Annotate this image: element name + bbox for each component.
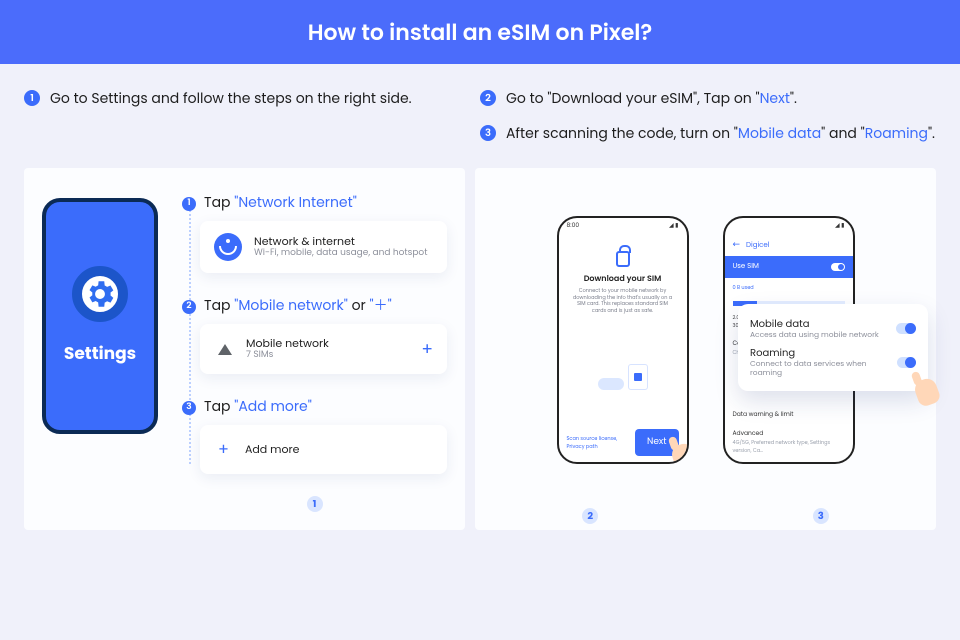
phone-label: Settings bbox=[64, 340, 136, 366]
tap-target: "Add more" bbox=[234, 396, 312, 416]
toggle-on-icon[interactable] bbox=[896, 323, 916, 334]
intro-step-2: 2 Go to "Download your eSIM", Tap on "Ne… bbox=[480, 88, 936, 109]
link-mobile-data: Mobile data bbox=[738, 123, 821, 143]
callout-mobile-data-roaming: Mobile dataAccess data using mobile netw… bbox=[738, 304, 928, 391]
sim-card-icon bbox=[628, 364, 648, 390]
intro-row: 1 Go to Settings and follow the steps on… bbox=[0, 64, 960, 168]
settings-row-network-internet[interactable]: Network & internet Wi-Fi, mobile, data u… bbox=[200, 221, 447, 273]
intro-text: Go to Settings and follow the steps on t… bbox=[50, 88, 412, 109]
wifi-icon bbox=[214, 233, 242, 261]
data-used-unit: B used bbox=[737, 284, 754, 291]
row-title: Mobile network bbox=[246, 337, 329, 351]
use-sim-toggle-row[interactable]: Use SIM bbox=[725, 256, 853, 278]
hero-banner: How to install an eSIM on Pixel? bbox=[0, 0, 960, 64]
status-icons: ◢ ▮ bbox=[669, 222, 679, 231]
step-number: 3 bbox=[480, 125, 496, 141]
gear-icon bbox=[72, 266, 128, 322]
panel-settings-path: Settings 1 Tap "Network Internet" Networ… bbox=[24, 168, 465, 530]
tap-target: "Mobile network" bbox=[234, 295, 348, 315]
row-mobile-data[interactable]: Mobile dataAccess data using mobile netw… bbox=[750, 314, 916, 343]
intro-text: After scanning the code, turn on "Mobile… bbox=[506, 123, 935, 144]
download-subtitle: Connect to your mobile network by downlo… bbox=[571, 288, 675, 314]
hand-pointer-icon bbox=[669, 441, 689, 464]
step-number: 3 bbox=[182, 401, 196, 415]
tap-target: "Network Internet" bbox=[234, 192, 357, 212]
step-connector bbox=[189, 206, 191, 464]
use-sim-label: Use SIM bbox=[733, 262, 759, 272]
phone-settings: Settings bbox=[42, 198, 158, 434]
privacy-link[interactable]: Scan source license, Privacy path bbox=[567, 435, 636, 451]
panel-download-activate: 8:00 ◢ ▮ Download your SIM Connect to you… bbox=[475, 168, 936, 530]
status-time: 8:00 bbox=[567, 222, 580, 231]
signal-icon bbox=[218, 344, 232, 355]
download-title: Download your SIM bbox=[571, 273, 675, 285]
row-title: Network & internet bbox=[254, 235, 427, 249]
settings-row-mobile-network[interactable]: Mobile network 7 SIMs + bbox=[200, 324, 447, 374]
phone-screen-download-sim: 8:00 ◢ ▮ Download your SIM Connect to you… bbox=[557, 216, 689, 464]
settings-row-add-more[interactable]: + Add more bbox=[200, 425, 447, 474]
cloud-icon bbox=[598, 378, 624, 390]
status-icons: ◢ ▮ bbox=[835, 222, 845, 231]
toggle-on-icon[interactable] bbox=[897, 357, 916, 368]
row-data-warning-limit[interactable]: Data warning & limit bbox=[725, 406, 853, 425]
substep-1: 1 Tap "Network Internet" bbox=[182, 192, 447, 213]
add-sim-plus-icon[interactable]: + bbox=[421, 336, 433, 362]
intro-step-3: 3 After scanning the code, turn on "Mobi… bbox=[480, 123, 936, 144]
link-next: Next bbox=[760, 88, 790, 108]
back-arrow-icon[interactable]: ← bbox=[733, 239, 741, 252]
substep-3: 3 Tap "Add more" bbox=[182, 396, 447, 417]
lock-icon bbox=[616, 251, 630, 267]
tap-target: "＋" bbox=[370, 295, 392, 315]
step-number: 2 bbox=[480, 90, 496, 106]
hero-title: How to install an eSIM on Pixel? bbox=[308, 16, 653, 49]
figure-badge-3: 3 bbox=[813, 508, 829, 524]
link-roaming: Roaming bbox=[865, 123, 928, 143]
substep-2: 2 Tap "Mobile network" or "＋" bbox=[182, 295, 447, 316]
step-number: 2 bbox=[182, 300, 196, 314]
row-advanced[interactable]: Advanced 4G/5G, Preferred network type, … bbox=[725, 425, 853, 460]
hand-pointer-icon bbox=[912, 376, 942, 408]
carrier-name: Digicel bbox=[746, 241, 769, 251]
figure-badge-2: 2 bbox=[582, 508, 598, 524]
figure-badge-1: 1 bbox=[307, 496, 323, 512]
data-used-value: 0 bbox=[733, 284, 736, 291]
row-title: Add more bbox=[245, 443, 300, 457]
step-number: 1 bbox=[24, 90, 40, 106]
row-subtitle: Wi-Fi, mobile, data usage, and hotspot bbox=[254, 248, 427, 259]
toggle-on-icon[interactable] bbox=[831, 263, 845, 271]
sim-illustration bbox=[579, 334, 667, 390]
row-roaming[interactable]: RoamingConnect to data services when roa… bbox=[750, 343, 916, 381]
step-number: 1 bbox=[182, 197, 196, 211]
intro-step-1: 1 Go to Settings and follow the steps on… bbox=[24, 88, 480, 109]
plus-icon: + bbox=[218, 437, 229, 462]
intro-text: Go to "Download your eSIM", Tap on "Next… bbox=[506, 88, 797, 109]
row-subtitle: 7 SIMs bbox=[246, 350, 329, 361]
